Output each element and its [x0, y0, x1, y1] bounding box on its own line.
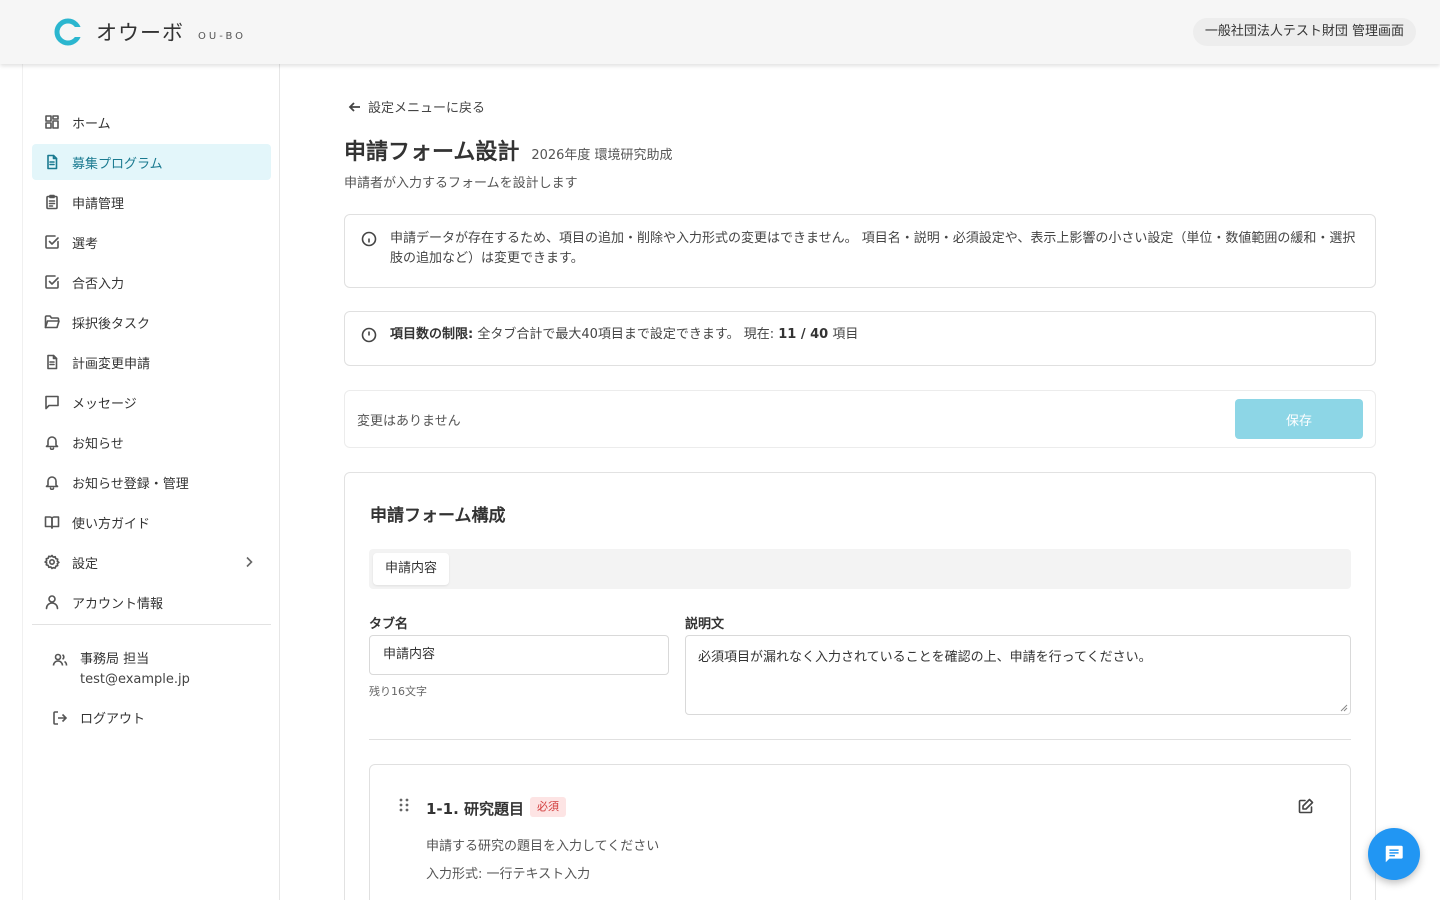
sidebar-item-plan-change[interactable]: 計画変更申請: [32, 344, 271, 380]
user-email: test@example.jp: [80, 672, 190, 687]
drag-handle-icon[interactable]: [398, 797, 410, 813]
sidebar-divider: [32, 624, 271, 625]
form-structure-panel: 申請フォーム構成 申請内容 タブ名 申請内容 残り16文字 説明文 必須項目が漏…: [344, 472, 1376, 900]
check-square-icon: [44, 234, 60, 250]
main-content: 設定メニューに戻る 申請フォーム設計 2026年度 環境研究助成 申請者が入力す…: [280, 64, 1440, 900]
sidebar-item-results[interactable]: 合否入力: [32, 264, 271, 300]
tab-application-content[interactable]: 申請内容: [373, 553, 450, 585]
user-icon: [44, 594, 60, 610]
title-row: 申請フォーム設計 2026年度 環境研究助成: [344, 134, 673, 166]
chat-icon: [1385, 845, 1403, 863]
bell-icon: [44, 474, 60, 490]
logo[interactable]: オウーボ OU-BO: [54, 17, 246, 47]
sidebar-item-guide[interactable]: 使い方ガイド: [32, 504, 271, 540]
folder-icon: [44, 314, 60, 330]
dashboard-icon: [44, 114, 60, 130]
field-title: 1-1. 研究題目: [426, 800, 525, 818]
info-icon: [361, 231, 377, 247]
page-description: 申請者が入力するフォームを設計します: [344, 176, 578, 191]
book-icon: [44, 514, 60, 530]
logout-icon: [53, 710, 68, 725]
edit-icon[interactable]: [1298, 798, 1314, 814]
tab-name-hint: 残り16文字: [369, 685, 427, 698]
sidebar-item-notice-manage[interactable]: お知らせ登録・管理: [32, 464, 271, 500]
user-info: 事務局 担当 test@example.jp: [52, 650, 190, 690]
app-header: オウーボ OU-BO 一般社団法人テスト財団 管理画面: [0, 0, 1440, 64]
save-status: 変更はありません: [357, 414, 461, 429]
item-count-suffix: 項目: [828, 327, 859, 342]
bell-icon: [44, 434, 60, 450]
back-link[interactable]: 設定メニューに戻る: [348, 97, 485, 116]
sidebar-item-label: 募集プログラム: [72, 156, 163, 172]
gear-icon: [44, 554, 60, 570]
resize-handle-icon[interactable]: [1340, 704, 1348, 712]
tab-name-label: タブ名: [369, 617, 409, 632]
sidebar-item-label: 合否入力: [72, 276, 125, 292]
sidebar-item-label: 選考: [72, 236, 99, 252]
document-icon: [44, 354, 60, 370]
sidebar-item-label: 計画変更申請: [72, 356, 151, 372]
sidebar-item-label: お知らせ登録・管理: [72, 476, 189, 492]
item-limit-desc: 全タブ合計で最大40項目まで設定できます。 現在:: [473, 327, 779, 342]
sidebar-nav: ホーム 募集プログラム 申請管理 選考 合否入力 採択後タスク 計画変更申請 メ…: [32, 104, 271, 624]
chat-button[interactable]: [1368, 828, 1420, 880]
item-count: 11 / 40: [778, 327, 829, 342]
tab-name-input[interactable]: 申請内容: [369, 635, 669, 675]
clipboard-icon: [44, 194, 60, 210]
sidebar-item-applications[interactable]: 申請管理: [32, 184, 271, 220]
chevron-right-icon: [241, 554, 257, 570]
alert-circle-icon: [361, 327, 377, 343]
field-description: 申請する研究の題目を入力してください: [426, 839, 660, 854]
logo-mark-icon: [54, 18, 82, 46]
sidebar-item-label: ホーム: [72, 116, 111, 132]
item-limit-text: 項目数の制限: 全タブ合計で最大40項目まで設定できます。 現在: 11 / 4…: [390, 325, 858, 345]
panel-title: 申請フォーム構成: [370, 506, 506, 526]
logo-text: オウーボ: [96, 21, 184, 45]
sidebar-item-screening[interactable]: 選考: [32, 224, 271, 260]
sidebar: ホーム 募集プログラム 申請管理 選考 合否入力 採択後タスク 計画変更申請 メ…: [0, 64, 280, 900]
field-card: 1-1. 研究題目 必須 申請する研究の題目を入力してください 入力形式: 一行…: [369, 764, 1351, 900]
sidebar-item-label: 申請管理: [72, 196, 125, 212]
sidebar-item-post-tasks[interactable]: 採択後タスク: [32, 304, 271, 340]
sidebar-item-label: アカウント情報: [72, 596, 164, 612]
restriction-alert-text: 申請データが存在するため、項目の追加・削除や入力形式の変更はできません。 項目名…: [390, 231, 1356, 266]
sidebar-item-label: お知らせ: [72, 436, 124, 452]
sidebar-item-label: 使い方ガイド: [72, 516, 151, 532]
message-icon: [44, 394, 60, 410]
field-input-type: 入力形式: 一行テキスト入力: [426, 867, 591, 882]
logout-label: ログアウト: [80, 712, 146, 727]
sidebar-item-programs[interactable]: 募集プログラム: [32, 144, 271, 180]
save-button[interactable]: 保存: [1235, 399, 1363, 439]
sidebar-item-label: 設定: [72, 556, 99, 572]
restriction-alert: 申請データが存在するため、項目の追加・削除や入力形式の変更はできません。 項目名…: [344, 214, 1376, 288]
sidebar-item-account[interactable]: アカウント情報: [32, 584, 271, 620]
document-icon: [44, 154, 60, 170]
users-icon: [52, 653, 68, 666]
check-square-icon: [44, 274, 60, 290]
sidebar-item-messages[interactable]: メッセージ: [32, 384, 271, 420]
tab-list: 申請内容: [369, 549, 1351, 589]
sidebar-item-settings[interactable]: 設定: [32, 544, 271, 580]
logo-subtext: OU-BO: [198, 30, 246, 42]
item-limit-alert: 項目数の制限: 全タブ合計で最大40項目まで設定できます。 現在: 11 / 4…: [344, 311, 1376, 366]
required-badge: 必須: [530, 797, 566, 817]
page-title: 申請フォーム設計: [344, 140, 520, 165]
user-name: 事務局 担当: [80, 652, 150, 667]
arrow-left-icon: [348, 101, 360, 112]
sidebar-item-home[interactable]: ホーム: [32, 104, 271, 140]
sidebar-item-notices[interactable]: お知らせ: [32, 424, 271, 460]
save-bar: 変更はありません 保存: [344, 390, 1376, 448]
logout-button[interactable]: ログアウト: [52, 708, 145, 727]
section-divider: [369, 739, 1351, 740]
description-textarea[interactable]: 必須項目が漏れなく入力されていることを確認の上、申請を行ってください。: [685, 635, 1351, 715]
sidebar-item-label: 採択後タスク: [72, 316, 151, 332]
item-limit-label: 項目数の制限:: [390, 327, 474, 342]
organization-badge: 一般社団法人テスト財団 管理画面: [1192, 18, 1416, 46]
page-subtitle: 2026年度 環境研究助成: [531, 148, 673, 163]
sidebar-item-label: メッセージ: [72, 396, 137, 412]
description-value: 必須項目が漏れなく入力されていることを確認の上、申請を行ってください。: [698, 650, 1152, 665]
back-link-label: 設定メニューに戻る: [368, 101, 486, 116]
description-label: 説明文: [685, 617, 725, 632]
